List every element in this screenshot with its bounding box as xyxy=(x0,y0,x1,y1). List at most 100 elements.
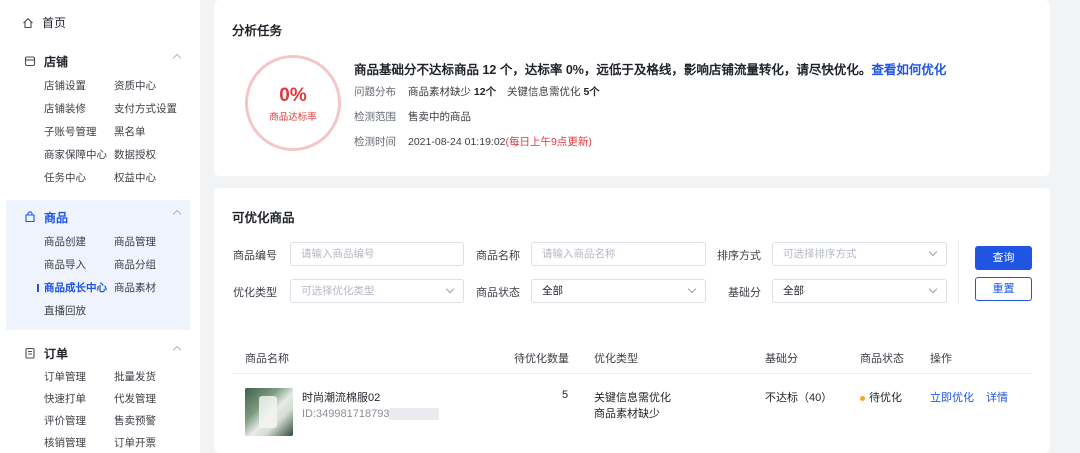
chevron-down-icon xyxy=(445,284,455,294)
sidebar-item-subaccount[interactable]: 子账号管理 xyxy=(44,124,97,139)
sidebar-item-task-center[interactable]: 任务中心 xyxy=(44,170,86,185)
chevron-down-icon xyxy=(928,247,938,257)
scope-label: 检测范围 xyxy=(354,111,396,123)
col-goods-status: 商品状态 xyxy=(860,353,904,365)
goods-status-select[interactable]: 全部 xyxy=(531,279,706,303)
scope-value: 售卖中的商品 xyxy=(408,111,471,123)
type-label: 优化类型 xyxy=(233,287,277,299)
optimize-type-select[interactable]: 可选择优化类型 xyxy=(290,279,464,303)
detection-time: 检测时间 2021-08-24 01:19:02(每日上午9点更新) xyxy=(354,134,592,149)
status-text: 待优化 xyxy=(869,392,902,404)
sidebar-item-goods-manage[interactable]: 商品管理 xyxy=(114,234,156,249)
pass-rate-label: 商品达标率 xyxy=(269,112,317,123)
sidebar-group-title: 店铺 xyxy=(44,54,69,69)
sidebar-item-goods-import[interactable]: 商品导入 xyxy=(44,257,86,272)
sidebar-item-store-decoration[interactable]: 店铺装修 xyxy=(44,101,86,116)
home-icon xyxy=(22,17,34,29)
sidebar-group-goods: 商品 商品创建 商品管理 商品导入 商品分组 商品成长中心 商品素材 直播回放 xyxy=(0,207,190,327)
col-base-score: 基础分 xyxy=(765,353,798,365)
sidebar-item-data-auth[interactable]: 数据授权 xyxy=(114,147,156,162)
sidebar-item-qualification[interactable]: 资质中心 xyxy=(114,78,156,93)
sidebar-item-order-manage[interactable]: 订单管理 xyxy=(44,369,86,384)
base-score-select[interactable]: 全部 xyxy=(772,279,947,303)
optimize-type-2: 商品素材缺少 xyxy=(594,408,660,420)
sidebar-item-review-manage[interactable]: 评价管理 xyxy=(44,413,86,428)
sidebar-group-header[interactable]: 订单 xyxy=(0,343,190,363)
pass-rate-ring: 0% 商品达标率 xyxy=(245,55,341,151)
goods-thumbnail[interactable] xyxy=(245,388,293,436)
optimizable-goods-card: 可优化商品 商品编号 请输入商品编号 商品名称 请输入商品名称 排序方式 可选择… xyxy=(214,188,1050,453)
sidebar-item-sale-alert[interactable]: 售卖预警 xyxy=(114,413,156,428)
detail-link[interactable]: 详情 xyxy=(986,389,1008,405)
optimize-now-link[interactable]: 立即优化 xyxy=(930,389,974,405)
sidebar-item-quick-print[interactable]: 快速打单 xyxy=(44,391,86,406)
sidebar-item-benefit-center[interactable]: 权益中心 xyxy=(114,170,156,185)
sort-label: 排序方式 xyxy=(717,250,761,262)
sidebar: 首页 店铺 店铺设置 资质中心 店铺装修 支付方式设置 子账号管理 黑名单 商家… xyxy=(0,0,200,453)
sidebar-item-blacklist[interactable]: 黑名单 xyxy=(114,124,146,139)
analysis-summary: 商品基础分不达标商品 12 个，达标率 0%，远低于及格线，影响店铺流量转化，请… xyxy=(354,59,946,78)
form-divider xyxy=(958,240,959,304)
issue-distribution: 问题分布 商品素材缺少 12个 关键信息需优化 5个 xyxy=(354,84,600,99)
sidebar-item-dropship[interactable]: 代发管理 xyxy=(114,391,156,406)
sidebar-item-live-replay[interactable]: 直播回放 xyxy=(44,303,86,318)
sidebar-group-orders: 订单 订单管理 批量发货 快速打单 代发管理 评价管理 售卖预警 核销管理 订单… xyxy=(0,343,190,453)
time-note: (每日上午9点更新) xyxy=(505,136,592,148)
sidebar-group-title: 商品 xyxy=(44,210,69,225)
goods-id-text: ID:349981718793 xyxy=(302,408,390,420)
sidebar-group-header[interactable]: 店铺 xyxy=(0,51,190,71)
analysis-title: 分析任务 xyxy=(232,24,283,38)
sidebar-item-payment-settings[interactable]: 支付方式设置 xyxy=(114,101,177,116)
reset-button[interactable]: 重置 xyxy=(975,277,1032,301)
optimize-type-1: 关键信息需优化 xyxy=(594,392,671,404)
sidebar-group-title: 订单 xyxy=(44,346,69,361)
code-label: 商品编号 xyxy=(233,250,277,262)
dist-b-count: 5个 xyxy=(583,86,600,98)
chevron-down-icon xyxy=(687,284,697,294)
goods-id: ID:349981718793 xyxy=(302,408,440,421)
sidebar-group-store: 店铺 店铺设置 资质中心 店铺装修 支付方式设置 子账号管理 黑名单 商家保障中… xyxy=(0,51,190,184)
dist-label: 问题分布 xyxy=(354,86,396,98)
time-label: 检测时间 xyxy=(354,136,396,148)
sidebar-item-home[interactable]: 首页 xyxy=(22,14,66,31)
sidebar-item-merchant-guarantee[interactable]: 商家保障中心 xyxy=(44,147,107,162)
analysis-card: 分析任务 0% 商品达标率 商品基础分不达标商品 12 个，达标率 0%，远低于… xyxy=(214,0,1050,176)
goods-code-input[interactable]: 请输入商品编号 xyxy=(290,242,464,266)
sidebar-item-store-settings[interactable]: 店铺设置 xyxy=(44,78,86,93)
order-icon xyxy=(24,347,36,359)
sidebar-item-goods-material[interactable]: 商品素材 xyxy=(114,280,156,295)
sort-placeholder: 可选择排序方式 xyxy=(783,248,857,260)
col-pending-count: 待优化数量 xyxy=(514,353,569,365)
summary-text: 商品基础分不达标商品 12 个，达标率 0%，远低于及格线，影响店铺流量转化，请… xyxy=(354,63,872,77)
pending-count: 5 xyxy=(562,389,569,401)
goods-name-input[interactable]: 请输入商品名称 xyxy=(531,242,706,266)
goods-title[interactable]: 时尚潮流棉服02 xyxy=(302,389,380,405)
redacted-mask xyxy=(389,408,440,421)
chevron-up-icon[interactable] xyxy=(172,345,182,355)
table-header-divider xyxy=(232,373,1032,374)
sidebar-item-goods-create[interactable]: 商品创建 xyxy=(44,234,86,249)
sidebar-item-verify-manage[interactable]: 核销管理 xyxy=(44,435,86,450)
chevron-up-icon[interactable] xyxy=(172,209,182,219)
col-goods-name: 商品名称 xyxy=(245,353,289,365)
sidebar-item-goods-group[interactable]: 商品分组 xyxy=(114,257,156,272)
status-dot-icon xyxy=(860,395,865,401)
score-label: 基础分 xyxy=(728,287,761,299)
sidebar-item-label: 首页 xyxy=(42,16,67,30)
type-placeholder: 可选择优化类型 xyxy=(301,285,375,297)
sidebar-item-batch-ship[interactable]: 批量发货 xyxy=(114,369,156,384)
chevron-up-icon[interactable] xyxy=(172,53,182,63)
how-to-optimize-link[interactable]: 查看如何优化 xyxy=(871,63,946,77)
status-badge: 待优化 xyxy=(860,389,902,405)
sidebar-item-order-invoice[interactable]: 订单开票 xyxy=(114,435,156,450)
sidebar-group-header[interactable]: 商品 xyxy=(0,207,190,227)
sort-select[interactable]: 可选择排序方式 xyxy=(772,242,947,266)
sidebar-item-growth-center[interactable]: 商品成长中心 xyxy=(37,280,107,295)
chevron-down-icon xyxy=(928,284,938,294)
goods-icon xyxy=(24,211,36,223)
col-optimize-type: 优化类型 xyxy=(594,353,638,365)
detection-scope: 检测范围 售卖中的商品 xyxy=(354,109,471,124)
score-value: 全部 xyxy=(783,285,804,297)
base-score-value: 不达标（40） xyxy=(765,392,833,404)
query-button[interactable]: 查询 xyxy=(975,246,1032,270)
